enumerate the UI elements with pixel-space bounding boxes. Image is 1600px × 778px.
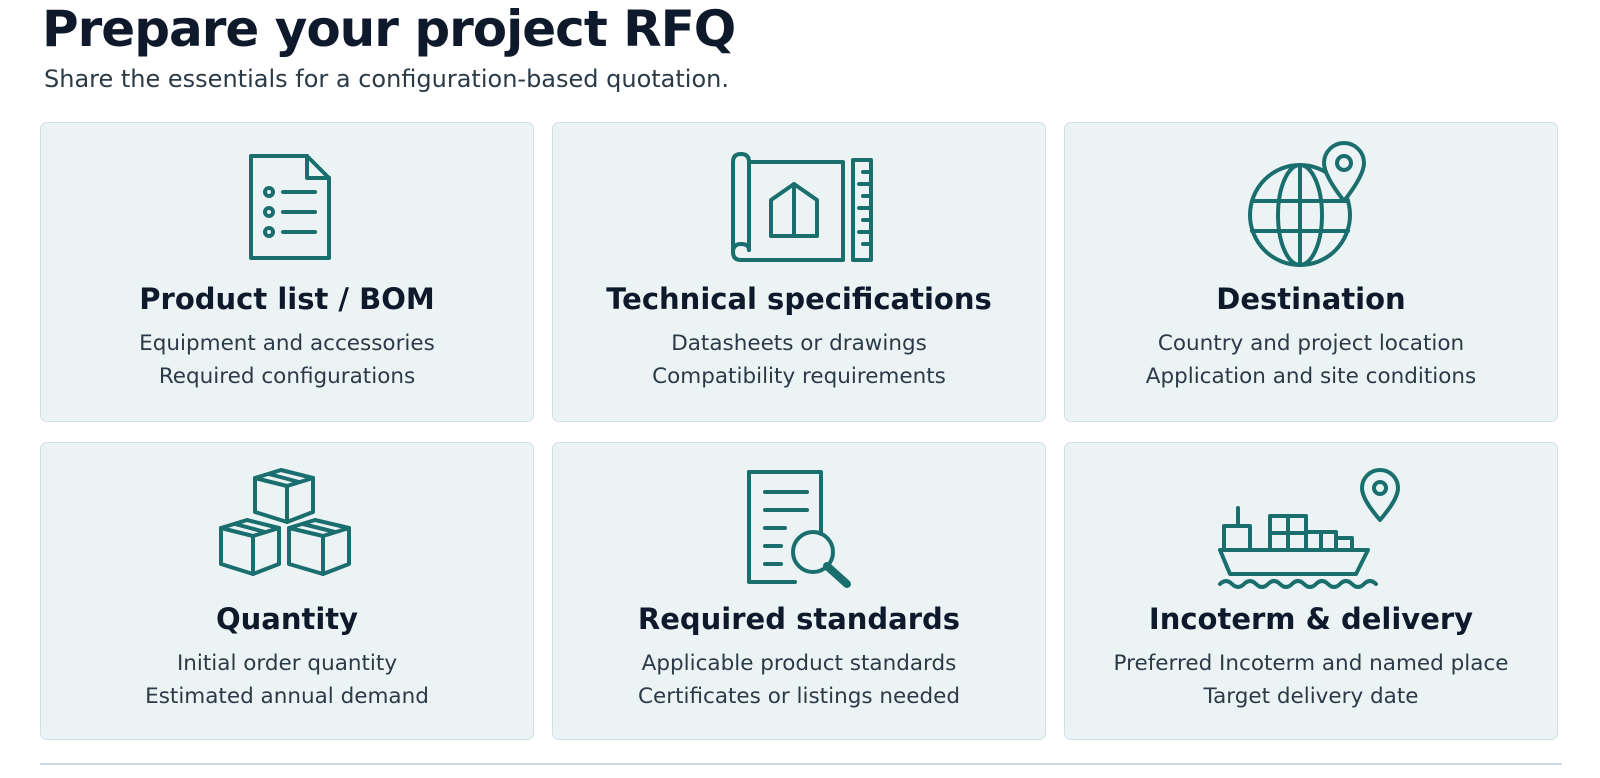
- card-detail: Required configurations: [158, 364, 416, 389]
- globe-pin-icon: [1065, 141, 1557, 271]
- page-subtitle: Share the essentials for a configuration…: [44, 65, 729, 93]
- card-technical-specifications[interactable]: Technical specifications Datasheets or d…: [552, 122, 1046, 422]
- card-detail: Certificates or listings needed: [637, 684, 960, 709]
- bottom-divider: [40, 763, 1562, 765]
- card-detail: Estimated annual demand: [145, 684, 429, 709]
- card-detail: Compatibility requirements: [652, 364, 946, 389]
- stacked-boxes-icon: [41, 461, 533, 591]
- card-product-list[interactable]: Product list / BOM Equipment and accesso…: [40, 122, 534, 422]
- card-detail: Equipment and accessories: [139, 331, 435, 356]
- page-title: Prepare your project RFQ: [42, 0, 736, 58]
- card-incoterm-delivery[interactable]: Incoterm & delivery Preferred Incoterm a…: [1064, 442, 1558, 740]
- card-destination[interactable]: Destination Country and project location…: [1064, 122, 1558, 422]
- blueprint-ruler-icon: [553, 141, 1045, 271]
- card-title: Destination: [1216, 282, 1406, 316]
- card-title: Required standards: [637, 602, 961, 636]
- card-detail: Application and site conditions: [1145, 364, 1477, 389]
- card-detail: Datasheets or drawings: [671, 331, 927, 356]
- card-required-standards[interactable]: Required standards Applicable product st…: [552, 442, 1046, 740]
- card-title: Incoterm & delivery: [1148, 602, 1474, 636]
- rfq-page: Prepare your project RFQ Share the essen…: [0, 0, 1600, 778]
- document-list-icon: [41, 141, 533, 271]
- card-detail: Country and project location: [1157, 331, 1465, 356]
- card-title: Quantity: [215, 602, 359, 636]
- card-detail: Initial order quantity: [176, 651, 398, 676]
- card-detail: Applicable product standards: [641, 651, 957, 676]
- card-detail: Preferred Incoterm and named place: [1113, 651, 1509, 676]
- card-detail: Target delivery date: [1203, 684, 1419, 709]
- card-title: Technical specifications: [606, 282, 992, 316]
- requirements-grid: Product list / BOM Equipment and accesso…: [40, 122, 1562, 740]
- card-quantity[interactable]: Quantity Initial order quantity Estimate…: [40, 442, 534, 740]
- cargo-ship-pin-icon: [1065, 461, 1557, 591]
- card-title: Product list / BOM: [139, 282, 435, 316]
- document-search-icon: [553, 461, 1045, 591]
